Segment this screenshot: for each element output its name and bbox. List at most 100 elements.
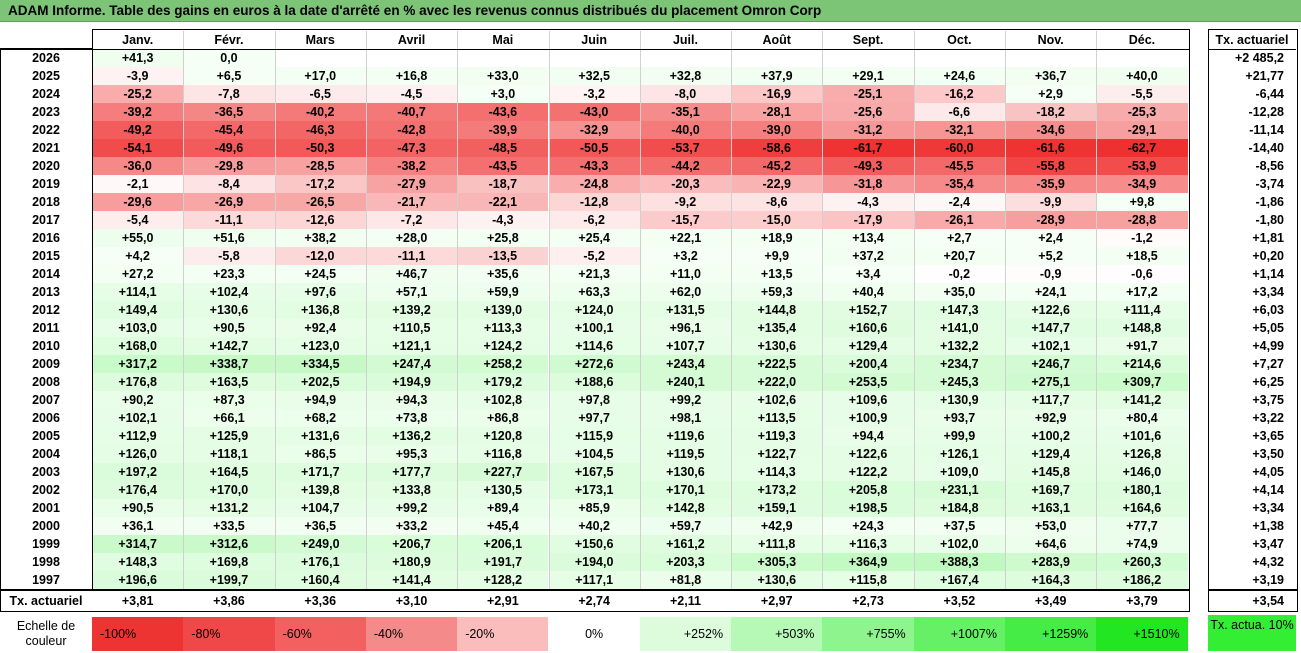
gain-cell: +110,5 (365, 319, 458, 337)
tx-cell: +21,77 (1245, 69, 1284, 83)
gain-cell: -39,9 (457, 121, 549, 139)
gain-cell: +130,6 (731, 571, 823, 589)
gain-cell: +122,6 (1005, 301, 1097, 319)
month-header: Sept. (852, 33, 884, 47)
gain-cell: -22,1 (457, 193, 549, 211)
gain-cell: +176,8 (92, 373, 184, 391)
year-label: 2009 (32, 357, 60, 371)
gain-cell: -28,1 (731, 103, 823, 121)
tx-cell: +3,50 (1252, 447, 1284, 461)
gain-cell: -50,3 (274, 139, 366, 157)
year-label: 2003 (32, 465, 60, 479)
gain-cell: +130,5 (457, 481, 549, 499)
gain-cell: +102,1 (92, 409, 184, 427)
gain-cell: +148,8 (1096, 319, 1188, 337)
gain-cell: +114,6 (548, 337, 640, 355)
tx-cell: +1,38 (1252, 519, 1284, 533)
gain-cell: +33,0 (457, 67, 549, 85)
tx-cell: +6,25 (1252, 375, 1284, 389)
gain-cell: +33,2 (365, 517, 458, 535)
gain-cell: +99,2 (639, 391, 732, 409)
gain-cell: +169,8 (183, 553, 275, 571)
year-label: 2007 (32, 393, 60, 407)
gain-cell: +114,3 (731, 463, 823, 481)
color-scale-swatch: -60% (274, 617, 366, 651)
month-header: Janv. (122, 33, 154, 47)
column-divider (1096, 31, 1098, 589)
gain-cell: +131,5 (639, 301, 732, 319)
gain-cell: +102,4 (183, 283, 275, 301)
gain-cell: +111,8 (731, 535, 823, 553)
gain-cell: +113,3 (457, 319, 549, 337)
gain-cell: +133,8 (365, 481, 458, 499)
gain-cell: +142,7 (183, 337, 275, 355)
gain-cell: -53,9 (1096, 157, 1188, 175)
gain-cell: +94,9 (274, 391, 366, 409)
year-label: 2024 (32, 87, 60, 101)
year-label: 1999 (32, 537, 60, 551)
gain-cell: -61,6 (1005, 139, 1097, 157)
gain-cell: +37,9 (731, 67, 823, 85)
gain-cell: +59,9 (457, 283, 549, 301)
tx-cell: -12,28 (1248, 105, 1284, 119)
gain-cell: +164,5 (183, 463, 275, 481)
gain-cell: +202,5 (274, 373, 366, 391)
gain-cell: +95,3 (365, 445, 458, 463)
gain-cell: -45,4 (183, 121, 275, 139)
gain-cell: +45,4 (457, 517, 549, 535)
gain-cell: +97,8 (548, 391, 640, 409)
year-label: 2015 (32, 249, 60, 263)
year-label: 2006 (32, 411, 60, 425)
gain-cell: +150,6 (548, 535, 640, 553)
month-header: Déc. (1128, 33, 1156, 47)
gain-cell: +36,1 (92, 517, 184, 535)
gain-cell: -40,2 (274, 103, 366, 121)
gain-cell: +115,8 (822, 571, 914, 589)
gain-cell: -61,7 (822, 139, 914, 157)
gain-cell: +3,2 (639, 247, 732, 265)
footer-cell: +2,74 (578, 594, 610, 608)
tx-cell: -11,14 (1249, 123, 1284, 137)
gain-cell: +101,6 (1096, 427, 1188, 445)
gain-cell: -36,5 (183, 103, 275, 121)
tx-cell: +7,27 (1252, 357, 1284, 371)
gain-cell: +116,8 (457, 445, 549, 463)
header-rule (0, 49, 1190, 50)
color-scale-swatch: +755% (822, 617, 914, 651)
gain-cell: -50,5 (548, 139, 640, 157)
gain-cell: -7,2 (365, 211, 458, 229)
gain-cell: -17,9 (822, 211, 914, 229)
gain-cell: +126,0 (92, 445, 184, 463)
gain-cell: 0,0 (183, 49, 275, 67)
year-label: 2022 (32, 123, 60, 137)
gain-cell: -18,2 (1005, 103, 1097, 121)
gain-cell: +309,7 (1096, 373, 1188, 391)
gain-cell: +194,0 (548, 553, 640, 571)
gain-cell: +51,6 (183, 229, 275, 247)
color-scale-swatch: +1007% (913, 617, 1005, 651)
gain-cell: +173,1 (548, 481, 640, 499)
gain-cell: +139,8 (274, 481, 366, 499)
gain-cell: +148,3 (92, 553, 184, 571)
gain-cell: -11,1 (365, 247, 458, 265)
footer-cell: +3,81 (121, 594, 154, 608)
gain-cell: +85,9 (548, 499, 640, 517)
gain-cell: -43,3 (548, 157, 640, 175)
gain-cell: +164,6 (1096, 499, 1188, 517)
gain-cell: -6,6 (913, 103, 1005, 121)
gain-cell: -49,2 (92, 121, 184, 139)
gain-cell: +131,2 (183, 499, 275, 517)
year-label: 2026 (32, 51, 60, 65)
gain-cell: -35,9 (1005, 175, 1097, 193)
gain-cell: -45,2 (731, 157, 823, 175)
year-label: 2002 (32, 483, 60, 497)
gain-cell: -25,3 (1096, 103, 1188, 121)
gain-cell: +87,3 (183, 391, 275, 409)
gain-cell: +114,1 (92, 283, 184, 301)
gain-cell: -60,0 (913, 139, 1005, 157)
year-label: 2013 (32, 285, 60, 299)
gain-cell: -4,3 (457, 211, 549, 229)
gain-cell: +99,9 (913, 427, 1005, 445)
gain-cell: +122,2 (822, 463, 914, 481)
gain-cell: +147,7 (1005, 319, 1097, 337)
